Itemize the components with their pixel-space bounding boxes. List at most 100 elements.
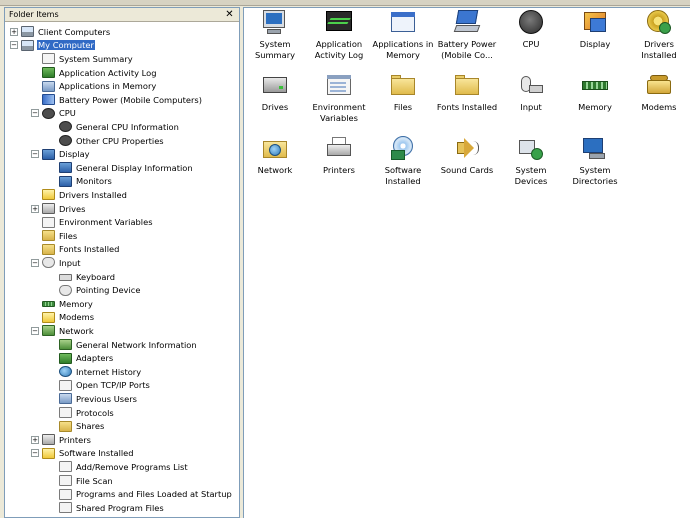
icon-label: Sound Cards (440, 165, 494, 175)
icon-label: Input (520, 102, 542, 112)
tree-item-files[interactable]: Files (31, 229, 78, 243)
icon-item-software-installed[interactable]: Software Installed (371, 136, 435, 186)
collapse-icon[interactable]: − (31, 326, 39, 335)
icon-item-sound-cards[interactable]: Sound Cards (435, 136, 499, 176)
tree-item-application-activity-log[interactable]: Application Activity Log (31, 66, 157, 80)
icon-item-system-summary[interactable]: System Summary (243, 10, 307, 60)
icon-item-cpu[interactable]: CPU (499, 10, 563, 50)
tree-item-internet-history[interactable]: Internet History (48, 365, 142, 379)
icon-item-environment-variables[interactable]: Environment Variables (307, 73, 371, 123)
memory-icon (581, 73, 609, 99)
tree-item-label: Fonts Installed (59, 244, 120, 255)
cpu-icon (517, 10, 545, 36)
collapse-icon[interactable]: − (31, 449, 39, 458)
window-top-edge (0, 0, 690, 6)
tree-item-label: Modems (59, 312, 95, 323)
tree-item-label: Printers (59, 434, 91, 445)
tree-item-battery-power-mobile-computers[interactable]: Battery Power (Mobile Computers) (31, 93, 203, 107)
collapse-icon[interactable]: − (10, 41, 18, 50)
close-pane-icon[interactable]: ✕ (224, 9, 235, 20)
icon-item-memory[interactable]: Memory (563, 73, 627, 113)
icon-item-applications-in-memory[interactable]: Applications in Memory (371, 10, 435, 60)
icon-item-application-activity-log[interactable]: Application Activity Log (307, 10, 371, 60)
tree-item-environment-variables[interactable]: Environment Variables (31, 215, 154, 229)
mouse-icon (59, 284, 72, 296)
expand-icon[interactable]: + (31, 204, 39, 213)
tree-item-open-tcp-ip-ports[interactable]: Open TCP/IP Ports (48, 379, 151, 393)
icon-label: Drives (261, 102, 289, 112)
tree-item-programs-and-files-loaded-at-startup[interactable]: Programs and Files Loaded at Startup (48, 487, 233, 501)
tree-item-general-cpu-information[interactable]: General CPU Information (48, 120, 180, 134)
tree-item-cpu[interactable]: − CPU (31, 107, 77, 121)
icon-item-drivers-installed[interactable]: Drivers Installed (627, 10, 690, 60)
collapse-icon[interactable]: − (31, 258, 39, 267)
tree-item-modems[interactable]: Modems (31, 311, 95, 325)
icon-item-system-directories[interactable]: System Directories (563, 136, 627, 186)
tree-item-memory[interactable]: Memory (31, 297, 94, 311)
tree-item-input[interactable]: − Input (31, 256, 81, 270)
tree-item-client-computers[interactable]: + Client Computers (10, 25, 111, 39)
tree-item-file-scan[interactable]: File Scan (48, 474, 114, 488)
tree-item-add-remove-programs-list[interactable]: Add/Remove Programs List (48, 460, 189, 474)
tree-item-drivers-installed[interactable]: Drivers Installed (31, 188, 128, 202)
computers-icon (21, 26, 34, 38)
icon-item-printers[interactable]: Printers (307, 136, 371, 176)
tree-item-monitors[interactable]: Monitors (48, 175, 113, 189)
icon-item-system-devices[interactable]: System Devices (499, 136, 563, 186)
icon-item-display[interactable]: Display (563, 10, 627, 50)
tree-item-display[interactable]: − Display (31, 147, 91, 161)
tree-item-adapters[interactable]: Adapters (48, 351, 114, 365)
icon-label: CPU (522, 39, 540, 49)
icon-item-input[interactable]: Input (499, 73, 563, 113)
expand-icon[interactable]: + (31, 435, 39, 444)
files-folder-icon (389, 73, 417, 99)
tree-item-previous-users[interactable]: Previous Users (48, 392, 138, 406)
tree-item-label: Pointing Device (76, 285, 141, 296)
tree-item-label: Adapters (76, 353, 114, 364)
tree-item-protocols[interactable]: Protocols (48, 406, 115, 420)
icon-item-drives[interactable]: Drives (243, 73, 307, 113)
icon-item-battery-power-mobile-co[interactable]: Battery Power (Mobile Co... (435, 10, 499, 60)
tree-item-label: General Display Information (76, 162, 193, 173)
tree-item-label: Protocols (76, 407, 114, 418)
monitor-icon (59, 175, 72, 187)
tree-item-my-computer[interactable]: − My Computer (10, 39, 95, 53)
tree-item-shares[interactable]: Shares (48, 419, 105, 433)
collapse-icon[interactable]: − (31, 109, 39, 118)
cpu-icon (42, 107, 55, 119)
tree-item-keyboard[interactable]: Keyboard (48, 270, 116, 284)
tree-item-pointing-device[interactable]: Pointing Device (48, 283, 141, 297)
tree-item-label: Shares (76, 421, 105, 432)
tree-item-shared-program-files[interactable]: Shared Program Files (48, 501, 165, 515)
tree-item-general-network-information[interactable]: General Network Information (48, 338, 198, 352)
sound-card-icon (453, 136, 481, 162)
collapse-icon[interactable]: − (31, 150, 39, 159)
tree-item-network[interactable]: − Network (31, 324, 95, 338)
tree-item-label: File Scan (76, 475, 113, 486)
environment-variables-icon (325, 73, 353, 99)
icon-item-fonts-installed[interactable]: Fonts Installed (435, 73, 499, 113)
tree-item-printers[interactable]: + Printers (31, 433, 92, 447)
icon-item-network[interactable]: Network (243, 136, 307, 176)
system-devices-icon (517, 136, 545, 162)
tree-item-applications-in-memory[interactable]: Applications in Memory (31, 79, 157, 93)
icon-item-files[interactable]: Files (371, 73, 435, 113)
tree-item-drives[interactable]: + Drives (31, 202, 86, 216)
tree-item-other-cpu-properties[interactable]: Other CPU Properties (48, 134, 165, 148)
tree-item-software-installed[interactable]: − Software Installed (31, 447, 135, 461)
tree-item-label: Add/Remove Programs List (76, 461, 188, 472)
tree-item-system-summary[interactable]: System Summary (31, 52, 134, 66)
startup-icon (59, 488, 72, 500)
tree-item-fonts-installed[interactable]: Fonts Installed (31, 243, 120, 257)
tree-item-general-display-information[interactable]: General Display Information (48, 161, 194, 175)
icon-item-modems[interactable]: Modems (627, 73, 690, 113)
expand-icon[interactable]: + (10, 27, 18, 36)
shared-files-icon (59, 502, 72, 514)
